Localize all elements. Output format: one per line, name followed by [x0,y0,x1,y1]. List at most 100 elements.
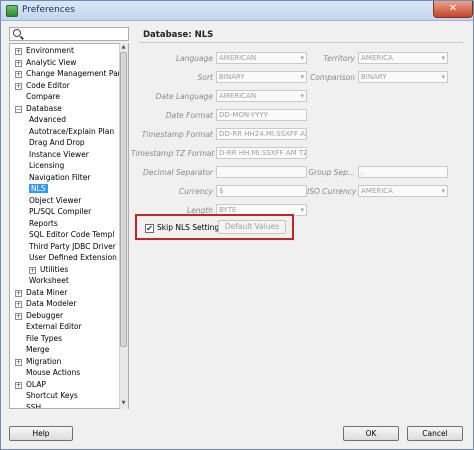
tree-item[interactable]: User Defined Extension [29,252,117,263]
expand-icon[interactable]: + [15,358,22,366]
tree-item[interactable]: + Data Modeler [15,298,77,309]
tree-item[interactable]: SSH [15,402,42,409]
tree-item-label: Advanced [29,115,67,124]
tree-item-label: Environment [26,46,74,55]
tree-item[interactable]: Navigation Filter [29,172,90,183]
tree-item-label: NLS [29,184,48,193]
tree-item[interactable]: Compare [15,91,60,102]
expand-icon[interactable]: + [29,266,36,274]
tree-item[interactable]: Mouse Actions [15,367,80,378]
date-language-select[interactable]: AMERICAN [216,90,307,102]
tree-item[interactable]: Merge [15,344,49,355]
iso-currency-select[interactable]: AMERICA [358,185,448,197]
tree-item[interactable]: + Data Miner [15,287,67,298]
tree-item-label: Navigation Filter [29,172,91,182]
date-format-label: Date Format [165,111,213,120]
tree-item[interactable]: Drag And Drop [29,137,85,148]
tree-item[interactable]: Licensing [29,160,64,171]
search-icon [13,29,21,37]
tree-item-label: Drag And Drop [29,138,85,147]
app-icon [6,5,18,17]
scrollbar-thumb[interactable] [120,52,127,347]
tree-item-label: External Editor [26,322,82,331]
tree-item-label: Reports [29,218,58,228]
language-label: Language [175,54,213,63]
tree-item[interactable]: + Utilities [29,264,68,275]
tree-item[interactable]: Reports [29,218,58,229]
tree-item-label: Utilities [40,264,69,274]
expand-icon[interactable]: + [15,82,22,90]
decimal-separator-field[interactable]: . [216,166,307,178]
tree-item-label: Instance Viewer [29,149,89,159]
timestamp-format-label: Timestamp Format [141,130,213,139]
date-language-label: Date Language [155,92,213,101]
territory-select[interactable]: AMERICA [358,52,448,64]
expand-icon[interactable]: + [15,59,22,67]
divider [139,42,463,43]
expand-icon[interactable]: + [15,381,22,389]
tree-item-label: Autotrace/Explain Plan [29,126,115,136]
timestamp-tz-format-field[interactable]: D-RR HH.MI.SSXFF AM TZR [216,147,307,159]
tree-item[interactable]: Worksheet [29,275,69,286]
tree-item-label: Compare [26,92,61,101]
tree-item-label: Code Editor [26,80,70,90]
date-format-field[interactable]: DD-MON-YYYY [216,109,307,121]
expand-icon[interactable]: + [15,71,22,78]
close-button[interactable]: ✕ [433,1,473,18]
tree-item-label: Data Modeler [26,299,77,308]
tree-item-label: Debugger [26,310,64,320]
search-input[interactable] [9,27,129,41]
sort-label: Sort [197,73,213,82]
tree-item[interactable]: PL/SQL Compiler [29,206,91,217]
tree-item-label: Database [26,103,62,113]
tree-item[interactable]: − Database [15,103,62,114]
tree-item-label: Third Party JDBC Driver [29,241,116,251]
tree-item[interactable]: External Editor [15,321,82,332]
default-values-button[interactable]: Default Values [218,220,286,234]
expand-icon[interactable]: + [15,48,22,55]
comparison-select[interactable]: BINARY [358,71,448,83]
tree-item-label: User Defined Extension [29,253,117,262]
tree-item-label: File Types [26,333,63,343]
help-button[interactable]: Help [9,426,73,441]
sort-select[interactable]: BINARY [216,71,307,83]
tree-item-label: Shortcut Keys [26,391,78,400]
tree-item[interactable]: + Code Editor [15,80,70,91]
group-separator-field[interactable]: , [358,166,448,178]
tree-item[interactable]: Autotrace/Explain Plan [29,126,114,137]
tree-item[interactable]: + Analytic View [15,57,76,68]
tree-item[interactable]: Third Party JDBC Driver [29,241,116,252]
language-select[interactable]: AMERICAN [216,52,307,64]
skip-nls-checkbox[interactable]: ✔ [145,224,154,233]
territory-label: Territory [323,54,355,63]
timestamp-format-field[interactable]: DD-RR HH24.MI.SSXFF AM [216,128,307,140]
expand-icon[interactable]: + [15,289,22,297]
scroll-down-icon[interactable]: ▼ [120,400,127,408]
preferences-tree: + Environment + Analytic View + Change Manage… [9,43,129,409]
cancel-button[interactable]: Cancel [407,426,463,441]
currency-field[interactable]: $ [216,185,307,197]
group-separator-label: Group Sep... [308,168,355,177]
tree-item-label: SSH [26,402,42,409]
tree-item[interactable]: Advanced [29,114,66,125]
tree-item[interactable]: SQL Editor Code Templ [29,229,114,240]
tree-item[interactable]: NLS [29,183,48,194]
tree-item[interactable]: Object Viewer [29,195,81,206]
expand-icon[interactable]: + [15,301,22,308]
skip-nls-label[interactable]: Skip NLS Settings [157,223,223,232]
currency-label: Currency [178,187,213,196]
scroll-up-icon[interactable]: ▲ [120,44,127,52]
tree-item[interactable]: + Environment [15,45,74,56]
tree-item[interactable]: + Change Management Parar [15,68,128,79]
tree-item[interactable]: File Types [15,333,62,344]
tree-item[interactable]: Shortcut Keys [15,390,78,401]
tree-item[interactable]: Instance Viewer [29,149,89,160]
tree-item[interactable]: + OLAP [15,379,46,390]
ok-button[interactable]: OK [343,426,399,441]
tree-item-label: SQL Editor Code Templ [29,230,115,239]
tree-item[interactable]: + Migration [15,356,61,367]
tree-item[interactable]: + Debugger [15,310,63,321]
expand-icon[interactable]: + [15,312,22,320]
tree-item-label: Worksheet [29,276,69,285]
collapse-icon[interactable]: − [15,105,22,113]
